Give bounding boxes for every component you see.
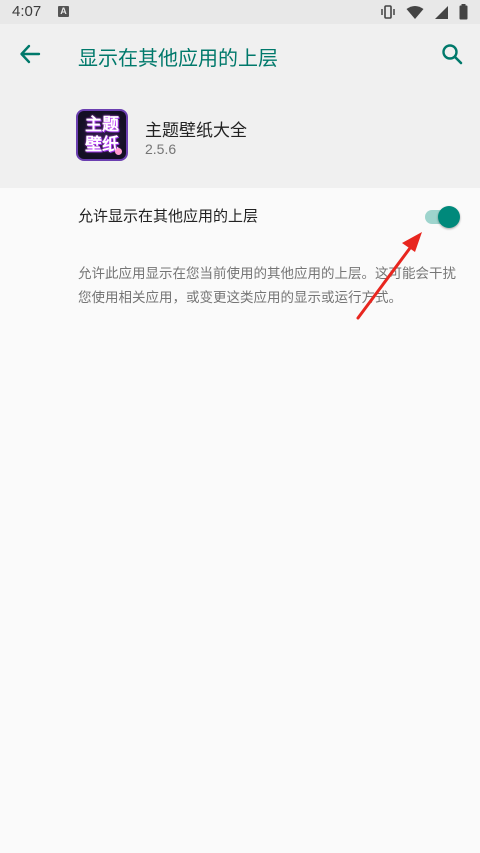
switch-thumb bbox=[438, 206, 460, 228]
arrow-left-icon bbox=[19, 43, 41, 69]
app-version: 2.5.6 bbox=[145, 141, 177, 157]
app-icon-text-line1: 主题 bbox=[85, 115, 119, 135]
status-time: 4:07 bbox=[12, 3, 42, 20]
status-icons bbox=[380, 3, 468, 21]
search-button[interactable] bbox=[436, 40, 468, 72]
permission-toggle-row[interactable]: 允许显示在其他应用的上层 bbox=[0, 188, 480, 244]
app-bar: 显示在其他应用的上层 bbox=[0, 24, 480, 88]
app-icon-decoration bbox=[115, 148, 122, 155]
status-bar: 4:07 A bbox=[0, 0, 480, 24]
permission-switch[interactable] bbox=[423, 205, 461, 228]
app-header: 主题 壁纸 主题壁纸大全 2.5.6 bbox=[0, 88, 480, 188]
wifi-icon bbox=[406, 5, 424, 20]
page-title: 显示在其他应用的上层 bbox=[78, 46, 278, 70]
permission-label: 允许显示在其他应用的上层 bbox=[78, 207, 259, 225]
notification-icon: A bbox=[58, 6, 69, 17]
signal-icon bbox=[434, 5, 449, 20]
search-icon bbox=[441, 43, 463, 69]
vibrate-icon bbox=[380, 4, 396, 20]
app-icon: 主题 壁纸 bbox=[76, 109, 128, 161]
back-button[interactable] bbox=[14, 40, 46, 72]
permission-summary: 允许此应用显示在您当前使用的其他应用的上层。这可能会干扰您使用相关应用，或变更这… bbox=[78, 266, 456, 306]
battery-icon bbox=[459, 4, 468, 20]
app-name: 主题壁纸大全 bbox=[145, 121, 247, 141]
